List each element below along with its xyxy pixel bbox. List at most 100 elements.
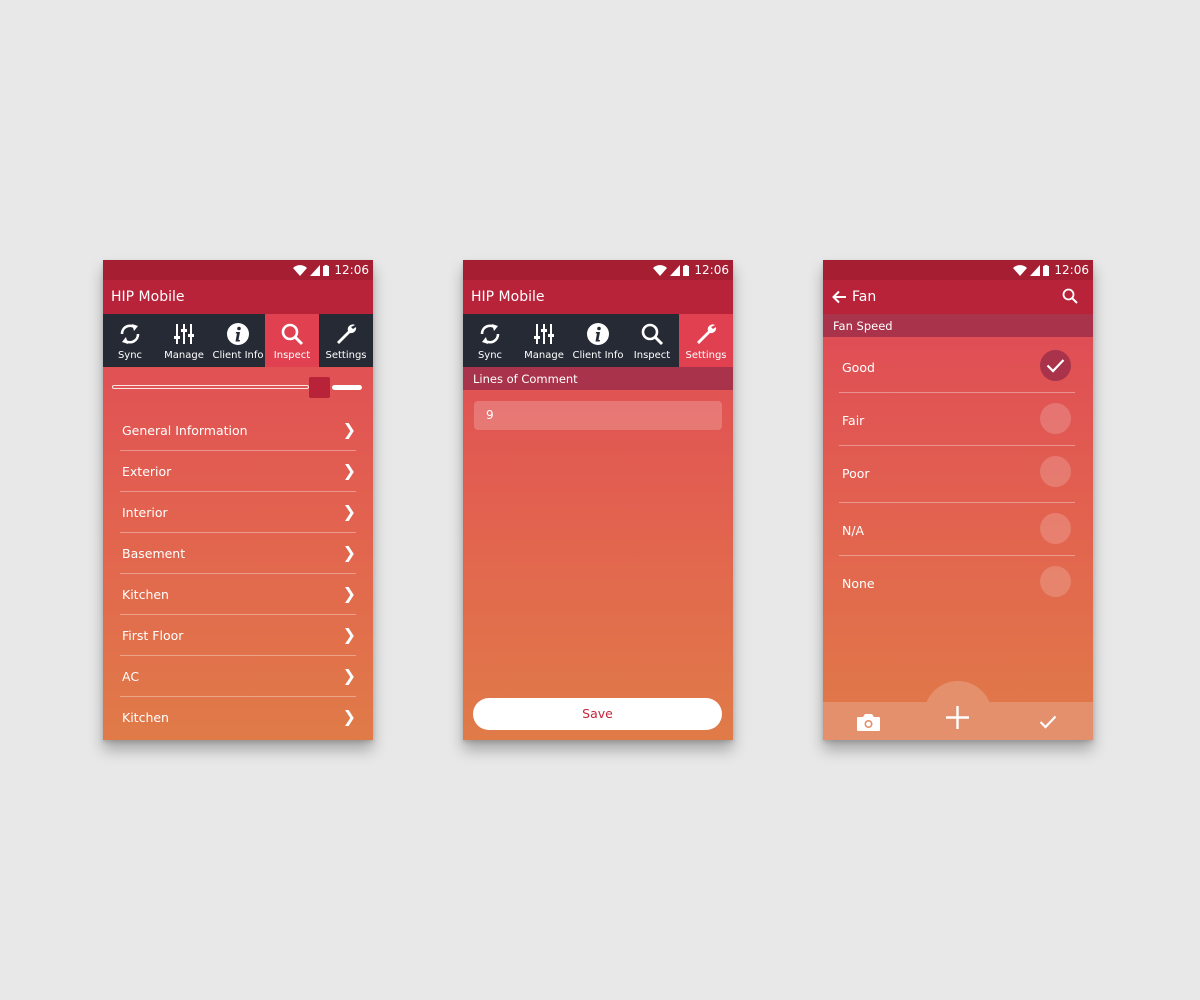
menu-item-exterior[interactable]: Exterior ❯ [120,451,356,492]
status-time: 12:06 [694,263,729,277]
chevron-right-icon: ❯ [342,625,356,644]
option-label: Good [842,360,875,375]
menu-item-label: First Floor [122,628,184,643]
add-plus-icon[interactable] [945,705,970,730]
menu-item-ac[interactable]: AC ❯ [120,656,356,697]
confirm-check-icon[interactable] [1039,715,1057,729]
radio-unchecked[interactable] [1040,456,1071,487]
tab-sync[interactable]: Sync [463,314,517,367]
search-icon [281,323,304,346]
phone-screen-settings: 12:06 HIP Mobile Sync Manage Client Info… [463,260,733,740]
menu-item-label: Basement [122,546,186,561]
tab-label: Client Info [572,350,624,361]
tab-settings[interactable]: Settings [319,314,373,367]
slider-thumb[interactable] [309,377,330,398]
battery-icon [683,264,690,276]
tab-label: Settings [685,350,727,361]
tab-client-info[interactable]: Client Info [571,314,625,367]
app-bar: HIP Mobile [463,280,733,314]
battery-icon [1043,264,1050,276]
status-bar: 12:06 [103,260,373,280]
inspection-menu: General Information ❯ Exterior ❯ Interio… [120,410,356,737]
radio-unchecked[interactable] [1040,403,1071,434]
tab-sync[interactable]: Sync [103,314,157,367]
status-bar: 12:06 [823,260,1093,280]
signal-icon [670,264,681,276]
menu-item-first-floor[interactable]: First Floor ❯ [120,615,356,656]
back-arrow-icon[interactable] [832,290,847,304]
radio-unchecked[interactable] [1040,513,1071,544]
option-none[interactable]: None [839,556,1075,608]
check-icon [1046,359,1065,373]
option-na[interactable]: N/A [839,503,1075,556]
section-header-label: Lines of Comment [473,372,578,386]
status-time: 12:06 [334,263,369,277]
battery-icon [323,264,330,276]
option-fair[interactable]: Fair [839,393,1075,446]
tab-inspect[interactable]: Inspect [265,314,319,367]
menu-item-kitchen[interactable]: Kitchen ❯ [120,574,356,615]
option-label: Fair [842,413,865,428]
menu-item-label: AC [122,669,140,684]
menu-item-label: General Information [122,423,248,438]
option-label: Poor [842,466,870,481]
signal-icon [1030,264,1041,276]
phone-screen-fan: 12:06 Fan Fan Speed Good Fair Poor N/A N… [823,260,1093,740]
info-icon [587,323,609,345]
tab-manage[interactable]: Manage [157,314,211,367]
status-bar: 12:06 [463,260,733,280]
tab-label: Manage [524,350,564,361]
menu-item-general-information[interactable]: General Information ❯ [120,410,356,451]
search-icon[interactable] [1062,288,1078,304]
menu-item-label: Kitchen [122,710,169,725]
chevron-right-icon: ❯ [342,502,356,521]
chevron-right-icon: ❯ [342,666,356,685]
lines-of-comment-value: 9 [486,408,494,422]
tab-client-info[interactable]: Client Info [211,314,265,367]
menu-item-interior[interactable]: Interior ❯ [120,492,356,533]
option-label: None [842,576,875,591]
section-header-lines-of-comment: Lines of Comment [463,367,733,390]
wrench-icon [337,324,357,344]
search-icon [641,323,664,346]
tab-label: Inspect [273,350,311,361]
tab-label: Inspect [633,350,671,361]
app-title: HIP Mobile [471,289,545,305]
tab-settings[interactable]: Settings [679,314,733,367]
chevron-right-icon: ❯ [342,420,356,439]
chevron-right-icon: ❯ [342,707,356,726]
tab-label: Client Info [212,350,264,361]
save-button[interactable]: Save [473,698,722,730]
radio-unchecked[interactable] [1040,566,1071,597]
tab-manage[interactable]: Manage [517,314,571,367]
camera-icon[interactable] [856,713,881,732]
wrench-icon [697,324,717,344]
chevron-right-icon: ❯ [342,543,356,562]
status-time: 12:06 [1054,263,1089,277]
wifi-icon [653,264,668,276]
zoom-slider[interactable] [112,377,362,398]
wifi-icon [293,264,308,276]
tab-label: Settings [325,350,367,361]
chevron-right-icon: ❯ [342,584,356,603]
menu-item-basement[interactable]: Basement ❯ [120,533,356,574]
menu-item-kitchen-2[interactable]: Kitchen ❯ [120,697,356,737]
page-title: Fan [852,289,877,305]
menu-item-label: Kitchen [122,587,169,602]
tab-inspect[interactable]: Inspect [625,314,679,367]
section-header-label: Fan Speed [833,319,893,333]
wifi-icon [1013,264,1028,276]
option-good[interactable]: Good [839,340,1075,393]
sync-icon [480,324,500,344]
radio-checked[interactable] [1040,350,1071,381]
slider-track-remaining [332,385,362,390]
option-poor[interactable]: Poor [839,446,1075,503]
sliders-icon [534,324,554,344]
sync-icon [120,324,140,344]
app-bar: HIP Mobile [103,280,373,314]
lines-of-comment-input[interactable]: 9 [474,401,722,430]
chevron-right-icon: ❯ [342,461,356,480]
menu-item-label: Exterior [122,464,172,479]
option-label: N/A [842,523,865,538]
tab-label: Sync [477,350,503,361]
